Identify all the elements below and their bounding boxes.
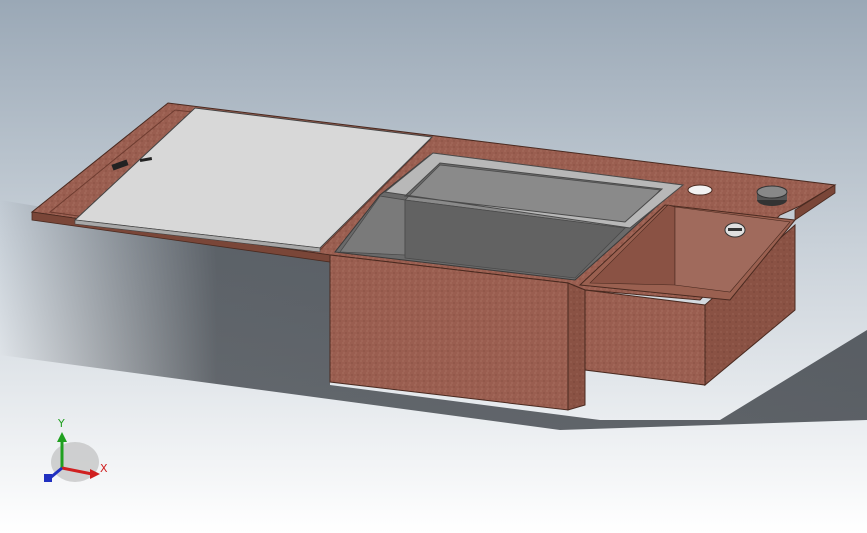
triad-y-label: Y bbox=[57, 417, 65, 430]
triad-x-label: X bbox=[100, 462, 108, 475]
drain-slot bbox=[728, 228, 742, 231]
triad-z-arrow-icon bbox=[44, 474, 52, 482]
triad-y-arrow-icon bbox=[57, 432, 67, 442]
knob-icon[interactable] bbox=[756, 185, 788, 199]
sink-model-view[interactable]: Y X bbox=[0, 0, 867, 533]
graphics-viewport[interactable]: Y X bbox=[0, 0, 867, 533]
small-basin-front-wall[interactable] bbox=[584, 289, 706, 386]
faucet-hole-icon[interactable] bbox=[687, 184, 713, 196]
main-basin-side-wall bbox=[567, 282, 586, 411]
reference-triad[interactable]: Y X bbox=[44, 417, 108, 482]
